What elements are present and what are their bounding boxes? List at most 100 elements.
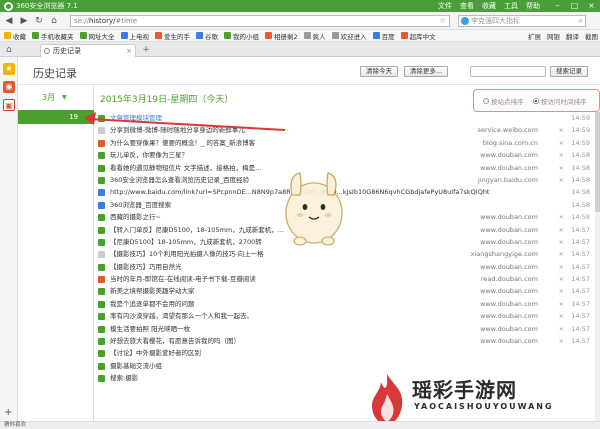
history-row[interactable]: 新美之境帮摄影美趣学动大家 www.douban.com × 14:57 [96,285,596,297]
delete-entry-icon[interactable]: × [559,174,564,186]
toolbar-tool-button[interactable]: 翻译 [566,31,579,41]
radio-selected-icon[interactable] [533,98,539,104]
search-history-button[interactable]: 搜索记录 [550,66,588,77]
delete-entry-icon[interactable]: × [559,162,564,174]
bookmark-item[interactable]: 手机收藏夹 [32,31,74,41]
history-title-link[interactable]: 我是个追逐单都不会用的问题 [110,298,195,310]
history-title-link[interactable]: 【摄影技巧】巧用自然光 [110,261,182,273]
history-title-link[interactable]: 【尼康D5100】18-105mm，九成新套机，2700转 [110,236,262,248]
minimize-icon[interactable]: – [551,1,564,11]
home-icon[interactable]: ⌂ [48,15,60,27]
radio-icon[interactable] [483,98,489,104]
history-search-input[interactable] [470,66,546,77]
back-icon[interactable]: ◀ [3,15,15,27]
delete-entry-icon[interactable]: × [559,310,564,322]
history-title-link[interactable]: 西藏的摄影之行~ [110,211,161,223]
menu-tools[interactable]: 工具 [504,1,518,11]
bookmark-item[interactable]: 网址大全 [79,31,115,41]
scroll-thumb[interactable] [595,112,600,212]
history-row[interactable]: 【摄影技巧】巧用自然光 www.douban.com × 14:57 [96,261,596,273]
toolbar-tool-button[interactable]: 截图 [585,31,598,41]
clear-more-button[interactable]: 清除更多... [404,66,448,77]
delete-entry-icon[interactable]: × [559,211,564,223]
toolbar-tool-button[interactable]: 网银 [547,31,560,41]
chevron-down-icon[interactable]: ▼ [62,94,67,101]
history-title-link[interactable]: 【转入门单反】尼康D5100，18-105mm，九成新套机，... [110,224,284,236]
history-title-link[interactable]: 当时的年月-即馆在-在线阅读-电子书下载-豆瓣阅读 [110,273,256,285]
menu-favorites[interactable]: 收藏 [482,1,496,11]
refresh-icon[interactable]: ↻ [33,15,45,27]
history-row[interactable]: 玩儿单反，你要像为三星？ www.douban.com × 14:58 [96,149,596,161]
history-title-link[interactable]: 【讨论】中外摄影爱好者的区别 [110,347,201,359]
history-row[interactable]: 摄影基础交流小组 [96,360,596,372]
delete-entry-icon[interactable]: × [559,137,564,149]
delete-entry-icon[interactable]: × [559,335,564,347]
history-title-link[interactable]: 搜索:摄影 [110,372,138,384]
search-icon[interactable]: ⌕ [579,16,583,26]
weibo-icon[interactable]: ◉ [3,81,15,93]
forward-icon[interactable]: ▶ [18,15,30,27]
star-icon[interactable]: ☆ [439,16,446,26]
history-row[interactable]: 好想去旅大看樱花，有愿意告诉我的吗（图） www.douban.com × 14:57 [96,335,596,347]
new-tab-icon[interactable]: + [140,45,152,55]
history-title-link[interactable]: 360浏览器_百度搜索 [110,199,171,211]
history-title-link[interactable]: 模生活要拍照 阳光映晒一枚 [110,323,190,335]
search-input[interactable]: 李克强四大指标 ⌕ [458,15,586,27]
bookmark-item[interactable]: 相册剩2 [265,31,298,41]
clear-today-button[interactable]: 清除今天 [360,66,398,77]
toolbar-tool-button[interactable]: 扩展 [528,31,541,41]
menu-help[interactable]: 帮助 [526,1,540,11]
history-title-link[interactable]: 看看她的遇见静物短信片 文字描述，接格拍，梅是... [110,162,261,174]
history-row[interactable]: 模生活要拍照 阳光映晒一枚 www.douban.com × 14:57 [96,323,596,335]
menu-view[interactable]: 查看 [460,1,474,11]
history-title-link[interactable]: 360安全浏览器怎么查看浏览历史记录_百度经验 [110,174,249,186]
history-row[interactable]: 当时的年月-即馆在-在线阅读-电子书下载-豆瓣阅读 read.douban.com… [96,273,596,285]
tab-list-icon[interactable]: ⌂ [6,45,12,55]
maximize-icon[interactable]: □ [568,1,581,11]
delete-entry-icon[interactable]: × [559,149,564,161]
history-title-link[interactable]: 为什么要穿像果？傻要的概念！_ 的答案_新浪博客 [110,137,255,149]
delete-entry-icon[interactable]: × [559,248,564,260]
menu-file[interactable]: 文件 [438,1,452,11]
delete-entry-icon[interactable]: × [559,124,564,136]
tab-history[interactable]: 历史记录 × [40,44,136,57]
sort-by-site-option[interactable]: 按站点排序 [483,96,524,106]
bookmark-item[interactable]: 爱生的手 [155,31,190,41]
bookmark-item[interactable]: 疯人 [303,31,326,41]
delete-entry-icon[interactable]: × [559,273,564,285]
history-title-link[interactable]: 新美之境帮摄影美趣学动大家 [110,285,195,297]
bookmark-item[interactable]: 超库中文 [400,31,436,41]
history-title-link[interactable]: 玩儿单反，你要像为三星？ [110,149,188,161]
history-title-link[interactable]: 摄影基础交流小组 [110,360,162,372]
history-row[interactable]: 我是个追逐单都不会用的问题 www.douban.com × 14:57 [96,298,596,310]
history-row[interactable]: 为什么要穿像果？傻要的概念！_ 的答案_新浪博客 blog.sina.com.cn… [96,137,596,149]
history-title-link[interactable]: 率有内沙漠穿越，渴望有那么一个人和我一起去。 [110,310,253,322]
delete-entry-icon[interactable]: × [559,323,564,335]
close-tab-icon[interactable]: × [126,45,132,57]
delete-entry-icon[interactable]: × [559,261,564,273]
history-row[interactable]: 率有内沙漠穿越，渴望有那么一个人和我一起去。 www.douban.com × 14:… [96,310,596,322]
add-sidebar-icon[interactable]: + [4,407,12,418]
url-input[interactable]: se://history/#time ☆ [70,15,450,27]
bookmark-item[interactable]: 我的小组 [224,31,259,41]
favorites-star-icon[interactable]: ★ [3,63,15,75]
search-engine-icon[interactable] [461,17,469,25]
delete-entry-icon[interactable]: × [559,285,564,297]
bookmark-item[interactable]: 百度 [372,31,395,41]
month-selector[interactable]: 3月 [42,92,55,103]
close-icon[interactable]: × [585,1,598,11]
sort-by-time-option[interactable]: 按访问时间排序 [533,96,587,106]
delete-entry-icon[interactable]: × [559,236,564,248]
delete-entry-icon[interactable]: × [559,224,564,236]
delete-entry-icon[interactable]: × [559,298,564,310]
bookmark-item[interactable]: 上电视 [120,31,149,41]
history-title-link[interactable]: 【摄影技巧】10个利用阳光拍摄人像的技巧-向上一格 [110,248,264,260]
bookmark-item[interactable]: 收藏 [4,31,26,41]
bookmark-item[interactable]: 欢迎进入 [331,31,367,41]
history-row[interactable]: 【讨论】中外摄影爱好者的区别 [96,347,596,359]
bookmark-item[interactable]: 谷歌 [196,31,218,41]
history-row[interactable]: 【摄影技巧】10个利用阳光拍摄人像的技巧-向上一格 xiangshangyige.… [96,248,596,260]
clipboard-icon[interactable]: ▣ [3,99,15,111]
history-title-link[interactable]: 好想去旅大看樱花，有愿意告诉我的吗（图） [110,335,240,347]
history-time: 14:58 [571,175,590,184]
